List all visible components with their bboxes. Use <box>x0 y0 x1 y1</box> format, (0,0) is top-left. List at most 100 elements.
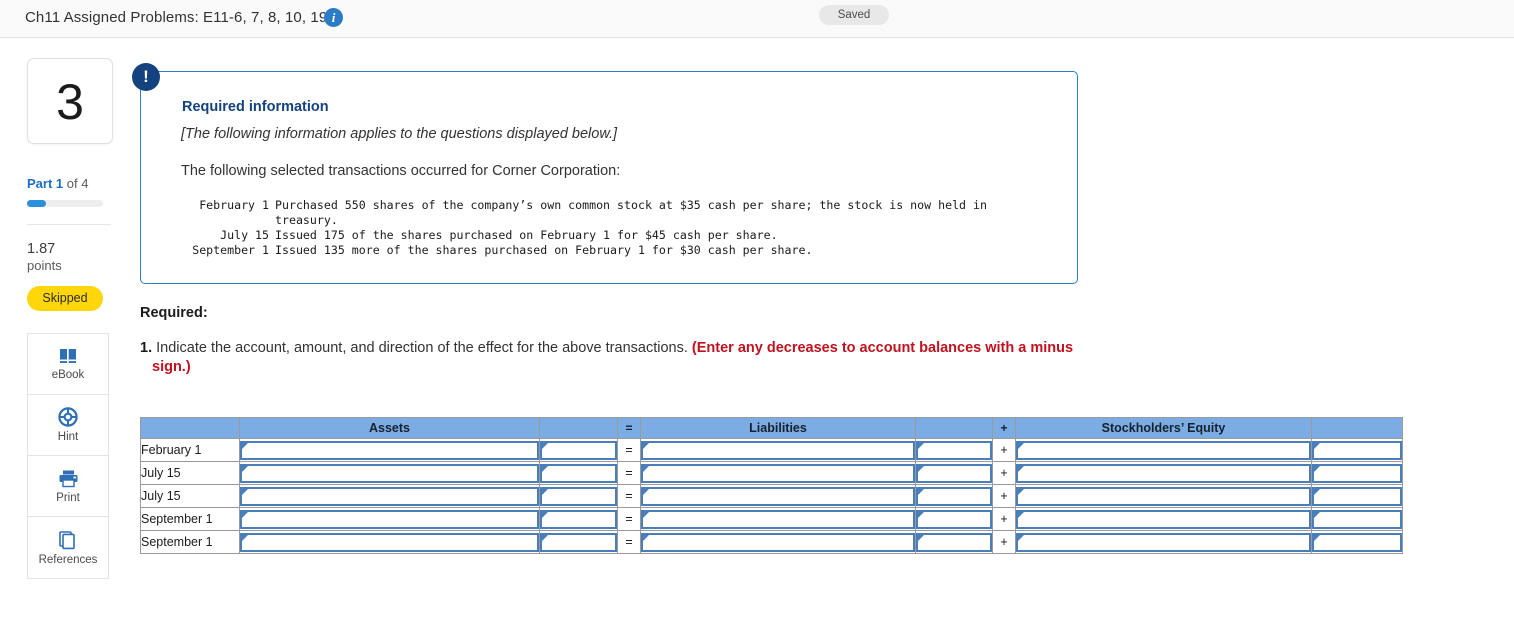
points-label: points <box>27 258 62 273</box>
transaction-date: February 1 <box>199 198 269 212</box>
part-total: of 4 <box>63 176 89 191</box>
row-equals-sign: = <box>617 530 641 554</box>
liabilities-amount-input[interactable] <box>916 532 992 552</box>
tool-hint[interactable]: Hint <box>28 395 108 456</box>
assets-amount-input[interactable] <box>540 509 617 529</box>
cell-equity-account[interactable] <box>1015 484 1312 508</box>
cell-equity-account[interactable] <box>1015 530 1312 554</box>
cell-liabilities-amount[interactable] <box>915 484 993 508</box>
assets-account-input[interactable] <box>240 463 539 483</box>
cell-equity-amount[interactable] <box>1311 438 1403 462</box>
row-date: September 1 <box>140 530 240 554</box>
liabilities-amount-input[interactable] <box>916 463 992 483</box>
assets-account-input[interactable] <box>240 509 539 529</box>
cell-liabilities-amount[interactable] <box>915 461 993 485</box>
assets-account-input[interactable] <box>240 486 539 506</box>
cell-liabilities-account[interactable] <box>640 438 916 462</box>
row-equals-sign: = <box>617 438 641 462</box>
cell-equity-amount[interactable] <box>1311 484 1403 508</box>
part-progress-bar <box>27 200 103 207</box>
assets-amount-input[interactable] <box>540 463 617 483</box>
liabilities-account-input[interactable] <box>641 463 915 483</box>
equity-amount-input[interactable] <box>1312 532 1402 552</box>
requirement-number: 1. <box>140 340 153 356</box>
cell-liabilities-account[interactable] <box>640 484 916 508</box>
liabilities-amount-input[interactable] <box>916 440 992 460</box>
equity-account-input[interactable] <box>1016 532 1311 552</box>
points-value: 1.87 <box>27 241 56 257</box>
row-plus-sign: + <box>992 438 1016 462</box>
saved-status-badge: Saved <box>819 5 889 25</box>
question-sidebar: 3 Part 1 of 4 1.87 points Skipped eBook <box>27 58 139 579</box>
cell-equity-amount[interactable] <box>1311 461 1403 485</box>
callout-heading: Required information <box>182 99 329 115</box>
requirement-text: Indicate the account, amount, and direct… <box>156 340 688 356</box>
transaction-list: February 1 Purchased 550 shares of the c… <box>171 198 1051 258</box>
row-equals-sign: = <box>617 507 641 531</box>
transaction-description: Purchased 550 shares of the company’s ow… <box>275 198 987 212</box>
cell-liabilities-amount[interactable] <box>915 507 993 531</box>
part-progress-fill <box>27 200 46 207</box>
book-icon <box>58 347 78 365</box>
assets-account-input[interactable] <box>240 532 539 552</box>
liabilities-amount-input[interactable] <box>916 509 992 529</box>
cell-liabilities-amount[interactable] <box>915 438 993 462</box>
cell-equity-amount[interactable] <box>1311 530 1403 554</box>
cell-assets-account[interactable] <box>239 438 540 462</box>
cell-liabilities-account[interactable] <box>640 461 916 485</box>
tool-ebook[interactable]: eBook <box>28 334 108 395</box>
tool-panel: eBook Hint Print References <box>27 333 109 579</box>
cell-assets-account[interactable] <box>239 507 540 531</box>
equity-account-input[interactable] <box>1016 509 1311 529</box>
cell-liabilities-account[interactable] <box>640 530 916 554</box>
header-plus: + <box>992 417 1016 439</box>
equity-account-input[interactable] <box>1016 463 1311 483</box>
liabilities-account-input[interactable] <box>641 509 915 529</box>
cell-assets-amount[interactable] <box>539 461 618 485</box>
equity-amount-input[interactable] <box>1312 486 1402 506</box>
cell-assets-account[interactable] <box>239 484 540 508</box>
cell-assets-amount[interactable] <box>539 530 618 554</box>
cell-equity-amount[interactable] <box>1311 507 1403 531</box>
sidebar-divider <box>27 224 111 225</box>
table-header: Assets = Liabilities + Stockholders’ Equ… <box>140 417 1403 439</box>
equity-account-input[interactable] <box>1016 440 1311 460</box>
equity-account-input[interactable] <box>1016 486 1311 506</box>
part-current: Part 1 <box>27 176 64 191</box>
liabilities-account-input[interactable] <box>641 532 915 552</box>
liabilities-account-input[interactable] <box>641 486 915 506</box>
cell-liabilities-account[interactable] <box>640 507 916 531</box>
top-bar: Ch11 Assigned Problems: E11-6, 7, 8, 10,… <box>0 0 1514 38</box>
equity-amount-input[interactable] <box>1312 463 1402 483</box>
info-icon[interactable]: i <box>324 8 343 27</box>
row-equals-sign: = <box>617 461 641 485</box>
equity-amount-input[interactable] <box>1312 509 1402 529</box>
transaction-continuation: treasury. <box>275 213 338 227</box>
row-plus-sign: + <box>992 461 1016 485</box>
transaction-description: Issued 135 more of the shares purchased … <box>275 243 813 257</box>
assets-account-input[interactable] <box>240 440 539 460</box>
tool-print-label: Print <box>56 491 80 504</box>
cell-liabilities-amount[interactable] <box>915 530 993 554</box>
row-plus-sign: + <box>992 484 1016 508</box>
cell-assets-account[interactable] <box>239 530 540 554</box>
cell-equity-account[interactable] <box>1015 438 1312 462</box>
liabilities-amount-input[interactable] <box>916 486 992 506</box>
liabilities-account-input[interactable] <box>641 440 915 460</box>
status-badge: Skipped <box>27 286 103 311</box>
cell-assets-amount[interactable] <box>539 438 618 462</box>
cell-assets-amount[interactable] <box>539 507 618 531</box>
cell-equity-account[interactable] <box>1015 461 1312 485</box>
tool-print[interactable]: Print <box>28 456 108 517</box>
assets-amount-input[interactable] <box>540 486 617 506</box>
assets-amount-input[interactable] <box>540 440 617 460</box>
row-equals-sign: = <box>617 484 641 508</box>
cell-assets-account[interactable] <box>239 461 540 485</box>
transaction-row: February 1 Purchased 550 shares of the c… <box>171 198 1051 213</box>
cell-equity-account[interactable] <box>1015 507 1312 531</box>
assets-amount-input[interactable] <box>540 532 617 552</box>
cell-assets-amount[interactable] <box>539 484 618 508</box>
tool-references[interactable]: References <box>28 517 108 578</box>
equity-amount-input[interactable] <box>1312 440 1402 460</box>
row-date: February 1 <box>140 438 240 462</box>
